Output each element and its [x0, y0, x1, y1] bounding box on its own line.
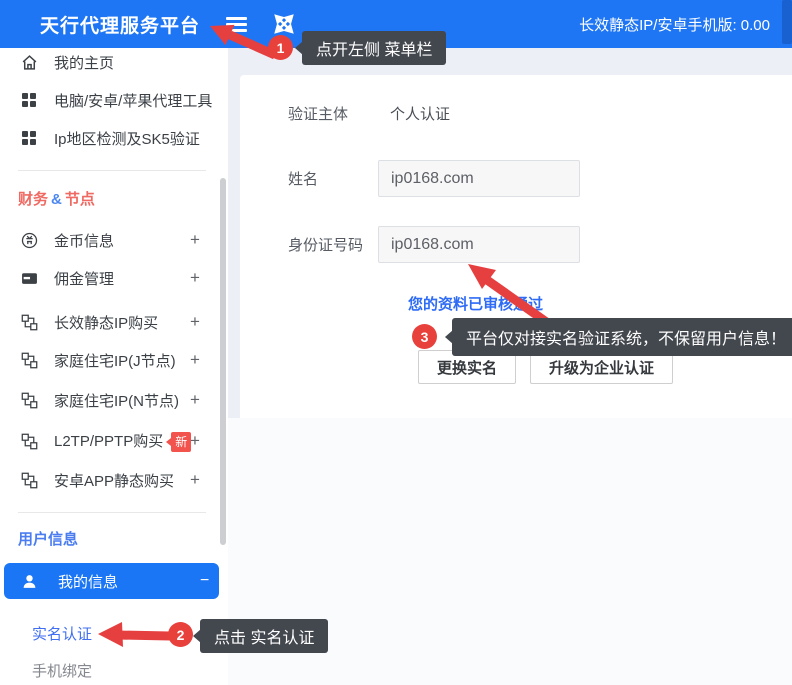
- step-2-tooltip: 点击 实名认证: [200, 619, 328, 653]
- subitem-label: 实名认证: [32, 623, 92, 644]
- sidebar-item-label: 我的主页: [54, 52, 114, 73]
- id-label: 身份证号码: [288, 234, 378, 255]
- sidebar-item-label: Ip地区检测及SK5验证: [54, 128, 200, 149]
- sidebar: 我的主页 电脑/安卓/苹果代理工具 Ip地区检测及SK5验证 财务&节: [0, 48, 228, 685]
- section-header-user: 用户信息: [18, 528, 78, 550]
- expand-plus-icon[interactable]: +: [190, 350, 200, 370]
- sidebar-item-label: 家庭住宅IP(J节点): [54, 350, 176, 371]
- verify-subject-row: 验证主体 个人认证: [288, 103, 792, 124]
- expand-plus-icon[interactable]: +: [190, 312, 200, 332]
- sidebar-scrollbar-thumb[interactable]: [220, 178, 226, 545]
- step-2-badge: 2: [168, 622, 193, 647]
- page-scrollbar[interactable]: [782, 0, 792, 44]
- main-content: 验证主体 个人认证 姓名 身份证号码 您的资料已审核通过 更换实名 升级为企业认…: [228, 48, 792, 685]
- name-input[interactable]: [378, 160, 580, 197]
- sidebar-item-android-static[interactable]: 安卓APP静态购买 +: [0, 466, 212, 494]
- sidebar-item-label: 佣金管理: [54, 268, 114, 289]
- network-icon: [20, 471, 38, 489]
- name-row: 姓名: [288, 160, 792, 197]
- name-label: 姓名: [288, 168, 378, 189]
- sidebar-item-l2tp[interactable]: L2TP/PPTP购买新 +: [0, 427, 212, 455]
- step-1-badge: 1: [268, 35, 293, 60]
- sidebar-item-label: 金币信息: [54, 230, 114, 251]
- sidebar-item-label: 长效静态IP购买: [54, 312, 158, 333]
- step-3-badge: 3: [412, 324, 437, 349]
- verify-subject-label: 验证主体: [288, 103, 390, 124]
- collapse-minus-icon[interactable]: −: [200, 572, 209, 590]
- sidebar-item-label: 安卓APP静态购买: [54, 470, 174, 491]
- coin-icon: [20, 231, 38, 249]
- expand-plus-icon[interactable]: +: [190, 268, 200, 288]
- network-icon: [20, 313, 38, 331]
- sidebar-item-home-ip-j[interactable]: 家庭住宅IP(J节点) +: [0, 346, 212, 374]
- fullscreen-expand-icon[interactable]: [274, 14, 294, 34]
- sidebar-item-label: 我的信息: [58, 571, 118, 592]
- sidebar-item-my-info-selected[interactable]: 我的信息 −: [4, 563, 219, 599]
- verify-subject-value: 个人认证: [390, 103, 450, 124]
- realname-verify-card: 验证主体 个人认证 姓名 身份证号码 您的资料已审核通过 更换实名 升级为企业认…: [240, 75, 792, 418]
- step-3-tooltip: 平台仅对接实名验证系统，不保留用户信息！: [452, 318, 792, 356]
- section-header-finance: 财务&节点: [18, 188, 95, 210]
- new-badge: 新: [171, 432, 191, 452]
- subitem-label: 手机绑定: [32, 660, 92, 681]
- network-icon: [20, 432, 38, 450]
- sidebar-item-label: 家庭住宅IP(N节点): [54, 390, 179, 411]
- sidebar-item-proxy-tools[interactable]: 电脑/安卓/苹果代理工具: [0, 86, 212, 114]
- card-icon: [20, 269, 38, 287]
- sidebar-item-ip-check[interactable]: Ip地区检测及SK5验证: [0, 124, 212, 152]
- hamburger-menu-icon[interactable]: [226, 17, 247, 32]
- balance-text: 长效静态IP/安卓手机版: 0.00: [579, 14, 770, 35]
- expand-plus-icon[interactable]: +: [190, 470, 200, 490]
- sidebar-divider: [18, 170, 206, 171]
- sidebar-item-commission[interactable]: 佣金管理 +: [0, 264, 212, 292]
- sidebar-item-home-ip-n[interactable]: 家庭住宅IP(N节点) +: [0, 386, 212, 414]
- sidebar-subitem-phone-bind[interactable]: 手机绑定: [0, 656, 212, 684]
- grid-icon: [20, 91, 38, 109]
- home-icon: [20, 53, 38, 71]
- sidebar-item-coin-info[interactable]: 金币信息 +: [0, 226, 212, 254]
- expand-plus-icon[interactable]: +: [190, 390, 200, 410]
- id-row: 身份证号码: [288, 226, 792, 263]
- grid-icon: [20, 129, 38, 147]
- sidebar-item-home[interactable]: 我的主页: [0, 48, 212, 76]
- expand-plus-icon[interactable]: +: [190, 431, 200, 451]
- sidebar-item-label: L2TP/PPTP购买新: [54, 430, 191, 452]
- expand-plus-icon[interactable]: +: [190, 230, 200, 250]
- network-icon: [20, 351, 38, 369]
- network-icon: [20, 391, 38, 409]
- review-status-link[interactable]: 您的资料已审核通过: [408, 293, 543, 314]
- step-1-tooltip: 点开左侧 菜单栏: [302, 31, 446, 65]
- user-icon: [20, 572, 38, 590]
- sidebar-divider: [18, 512, 206, 513]
- app-title: 天行代理服务平台: [40, 11, 200, 38]
- sidebar-item-label: 电脑/安卓/苹果代理工具: [54, 90, 212, 111]
- id-input[interactable]: [378, 226, 580, 263]
- sidebar-item-static-ip[interactable]: 长效静态IP购买 +: [0, 308, 212, 336]
- app-window: 天行代理服务平台 长效静态IP/安卓手机版: 0.00: [0, 0, 792, 685]
